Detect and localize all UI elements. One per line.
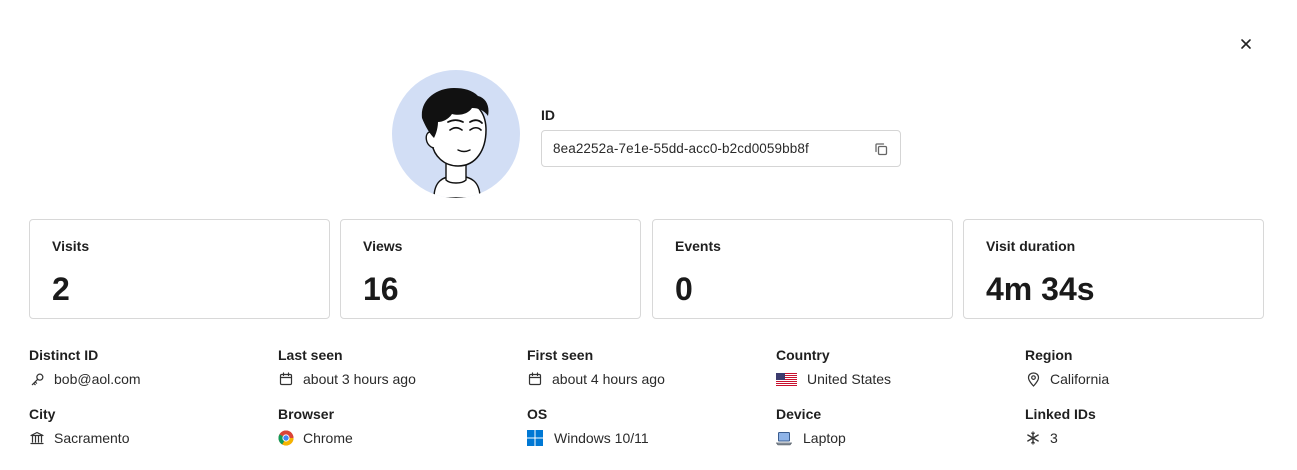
snowflake-icon: [1025, 430, 1041, 446]
key-icon: [29, 371, 45, 387]
prop-value: 3: [1050, 430, 1058, 446]
stat-card-visits: Visits 2: [29, 219, 330, 319]
prop-value: Sacramento: [54, 430, 130, 446]
id-field[interactable]: 8ea2252a-7e1e-55dd-acc0-b2cd0059bb8f: [541, 130, 901, 167]
stat-label: Views: [363, 238, 403, 254]
stat-label: Events: [675, 238, 721, 254]
id-value: 8ea2252a-7e1e-55dd-acc0-b2cd0059bb8f: [553, 141, 809, 156]
prop-label: Linked IDs: [1025, 406, 1096, 422]
id-block: ID 8ea2252a-7e1e-55dd-acc0-b2cd0059bb8f: [541, 106, 901, 167]
stat-value: 16: [363, 271, 399, 307]
stat-label: Visits: [52, 238, 90, 254]
prop-label: Device: [776, 406, 822, 422]
prop-value: about 4 hours ago: [552, 371, 665, 387]
stat-card-views: Views 16: [340, 219, 641, 319]
stat-value: 2: [52, 271, 70, 307]
prop-value: about 3 hours ago: [303, 371, 416, 387]
close-button[interactable]: [1234, 32, 1258, 56]
prop-label: Distinct ID: [29, 347, 99, 363]
prop-label: First seen: [527, 347, 594, 363]
prop-city: City Sacramento: [29, 405, 269, 447]
prop-value: California: [1050, 371, 1110, 387]
landmark-icon: [29, 430, 45, 446]
stat-label: Visit duration: [986, 238, 1076, 254]
chrome-icon: [278, 430, 294, 446]
stat-value: 0: [675, 271, 693, 307]
laptop-icon: [776, 430, 792, 446]
prop-label: OS: [527, 406, 548, 422]
calendar-icon: [278, 371, 294, 387]
prop-value: United States: [807, 371, 892, 387]
prop-linked-ids: Linked IDs 3: [1025, 405, 1265, 447]
prop-country: Country United States: [776, 346, 1016, 388]
avatar-illustration: [421, 88, 489, 198]
prop-label: Country: [776, 347, 830, 363]
close-icon: [1241, 39, 1251, 49]
prop-device: Device Laptop: [776, 405, 1016, 447]
prop-label: City: [29, 406, 56, 422]
prop-browser: Browser Chrome: [278, 405, 518, 447]
copy-icon: [875, 142, 888, 155]
prop-value: Chrome: [303, 430, 353, 446]
stat-card-visit-duration: Visit duration 4m 34s: [963, 219, 1264, 319]
us-flag-icon: [776, 371, 797, 387]
prop-first-seen: First seen about 4 hours ago: [527, 346, 767, 388]
prop-distinct-id: Distinct ID bob@aol.com: [29, 346, 269, 388]
prop-os: OS Windows 10/11: [527, 405, 767, 447]
prop-value: Laptop: [803, 430, 846, 446]
avatar: [392, 70, 520, 198]
prop-label: Region: [1025, 347, 1073, 363]
prop-value: bob@aol.com: [54, 371, 141, 387]
copy-button[interactable]: [874, 141, 890, 157]
id-label: ID: [541, 107, 555, 123]
prop-region: Region California: [1025, 346, 1265, 388]
stat-card-events: Events 0: [652, 219, 953, 319]
prop-label: Browser: [278, 406, 335, 422]
prop-last-seen: Last seen about 3 hours ago: [278, 346, 518, 388]
calendar-icon: [527, 371, 543, 387]
prop-value: Windows 10/11: [554, 430, 649, 446]
prop-label: Last seen: [278, 347, 343, 363]
map-pin-icon: [1025, 371, 1041, 387]
windows-icon: [527, 430, 543, 446]
stat-value: 4m 34s: [986, 271, 1095, 307]
